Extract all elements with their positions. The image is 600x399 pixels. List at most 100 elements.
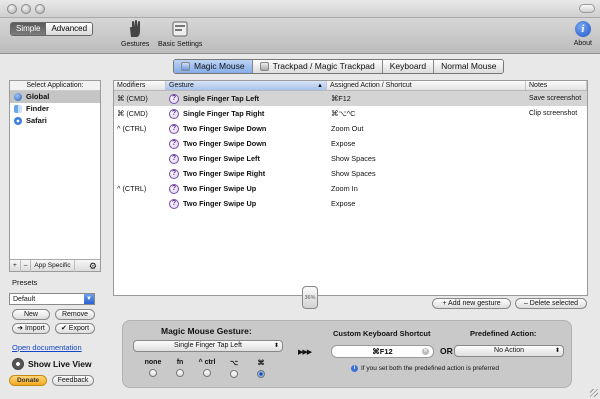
tab-keyboard[interactable]: Keyboard bbox=[381, 60, 434, 73]
magic-mouse-icon bbox=[181, 62, 190, 71]
table-row[interactable]: ? Two Finger Swipe Left Show Spaces bbox=[114, 151, 587, 166]
modifier-command-radio[interactable] bbox=[257, 370, 265, 378]
minimize-window-icon[interactable] bbox=[21, 4, 31, 14]
table-row[interactable]: ⌘ (CMD) ? Single Finger Tap Right ⌘⌥^C Cl… bbox=[114, 106, 587, 121]
gear-icon[interactable]: ⚙ bbox=[86, 260, 100, 272]
gesture-help-icon[interactable]: ? bbox=[169, 138, 179, 149]
sensitivity-slider-handle[interactable]: 36% bbox=[302, 286, 318, 309]
preset-select[interactable]: Default ▼ bbox=[9, 293, 95, 305]
about-toolbar-button[interactable]: i About bbox=[574, 20, 592, 47]
app-name: Safari bbox=[26, 116, 47, 125]
row-gesture: Two Finger Swipe Up bbox=[183, 184, 257, 193]
row-action: Show Spaces bbox=[331, 169, 376, 178]
export-preset-button[interactable]: ✔ Export bbox=[55, 323, 95, 334]
row-gesture-cell: ? Two Finger Swipe Left bbox=[166, 153, 327, 164]
open-documentation-link[interactable]: Open documentation bbox=[12, 343, 82, 352]
remove-preset-button[interactable]: Remove bbox=[55, 309, 95, 320]
tab-label: Keyboard bbox=[389, 61, 427, 71]
row-action: Expose bbox=[331, 139, 356, 148]
mode-simple-button[interactable]: Simple bbox=[11, 23, 46, 35]
row-action: ⌘⌥^C bbox=[331, 109, 356, 118]
row-gesture: Two Finger Swipe Down bbox=[183, 139, 267, 148]
app-item-safari[interactable]: Safari bbox=[10, 115, 100, 127]
modifier-none-radio[interactable] bbox=[149, 369, 157, 377]
table-row[interactable]: ? Two Finger Swipe Up Expose bbox=[114, 196, 587, 211]
delete-gesture-label: Delete selected bbox=[529, 300, 579, 307]
app-item-finder[interactable]: Finder bbox=[10, 103, 100, 115]
table-row[interactable]: ? Two Finger Swipe Down Expose bbox=[114, 136, 587, 151]
row-gesture-cell: ? Single Finger Tap Left bbox=[166, 93, 327, 104]
row-gesture: Two Finger Swipe Up bbox=[183, 199, 257, 208]
tab-label: Normal Mouse bbox=[441, 61, 497, 71]
import-label: Import bbox=[24, 325, 45, 332]
zoom-window-icon[interactable] bbox=[35, 4, 45, 14]
row-action: Show Spaces bbox=[331, 154, 376, 163]
remove-app-button[interactable]: – bbox=[21, 259, 32, 272]
settings-panel-icon bbox=[172, 21, 188, 37]
modifier-option-radio[interactable] bbox=[230, 370, 238, 378]
row-gesture-cell: ? Two Finger Swipe Up bbox=[166, 198, 327, 209]
table-row[interactable]: ? Two Finger Swipe Right Show Spaces bbox=[114, 166, 587, 181]
add-gesture-label: Add new gesture bbox=[448, 300, 501, 307]
title-bar bbox=[0, 0, 600, 18]
tab-magic-mouse[interactable]: Magic Mouse bbox=[174, 60, 252, 73]
device-tabs: Magic Mouse Trackpad / Magic Trackpad Ke… bbox=[173, 59, 505, 74]
column-header-action[interactable]: Assigned Action / Shortcut bbox=[327, 81, 526, 90]
gesture-help-icon[interactable]: ? bbox=[169, 183, 179, 194]
chevron-down-icon: ▼ bbox=[84, 294, 94, 304]
gesture-help-icon[interactable]: ? bbox=[169, 123, 179, 134]
table-row[interactable]: ⌘ (CMD) ? Single Finger Tap Left ⌘F12 Sav… bbox=[114, 91, 587, 106]
gesture-help-icon[interactable]: ? bbox=[169, 108, 179, 119]
predefined-action-select[interactable]: No Action ⬍ bbox=[454, 345, 564, 357]
modifier-fn-radio[interactable] bbox=[176, 369, 184, 377]
gesture-help-icon[interactable]: ? bbox=[169, 168, 179, 179]
gesture-help-icon[interactable]: ? bbox=[169, 198, 179, 209]
gesture-editor-panel: Magic Mouse Gesture: Single Finger Tap L… bbox=[122, 320, 572, 388]
modifier-ctrl-radio[interactable] bbox=[203, 369, 211, 377]
column-header-gesture[interactable]: Gesture ▲ bbox=[166, 81, 327, 90]
feedback-button[interactable]: Feedback bbox=[52, 375, 94, 386]
column-header-modifiers[interactable]: Modifiers bbox=[114, 81, 166, 90]
modifier-label: none bbox=[144, 359, 162, 366]
hand-icon bbox=[130, 20, 141, 37]
show-live-view-button[interactable]: Show Live View bbox=[12, 358, 92, 370]
row-gesture-cell: ? Two Finger Swipe Down bbox=[166, 138, 327, 149]
clear-icon[interactable]: ✕ bbox=[422, 348, 429, 355]
basic-settings-label: Basic Settings bbox=[158, 41, 203, 48]
row-gesture-cell: ? Two Finger Swipe Right bbox=[166, 168, 327, 179]
info-icon: i bbox=[351, 365, 358, 372]
shortcut-recorder-field[interactable]: ⌘F12 ✕ bbox=[331, 345, 434, 358]
hint-text: i If you set both the predefined action … bbox=[351, 365, 499, 372]
gesture-editor-title: Magic Mouse Gesture: bbox=[161, 326, 252, 336]
gesture-help-icon[interactable]: ? bbox=[169, 93, 179, 104]
chevron-updown-icon: ⬍ bbox=[554, 348, 560, 354]
import-preset-button[interactable]: ➜ Import bbox=[12, 323, 50, 334]
tab-trackpad[interactable]: Trackpad / Magic Trackpad bbox=[251, 60, 382, 73]
add-app-button[interactable]: + bbox=[10, 259, 21, 272]
app-item-global[interactable]: Global bbox=[10, 91, 100, 103]
mode-segmented-control: Simple Advanced bbox=[10, 22, 94, 36]
row-notes: Clip screenshot bbox=[529, 110, 578, 117]
new-preset-button[interactable]: New bbox=[12, 309, 50, 320]
export-label: Export bbox=[68, 325, 90, 332]
row-action: ⌘F12 bbox=[331, 94, 351, 103]
tab-normal-mouse[interactable]: Normal Mouse bbox=[433, 60, 504, 73]
table-row[interactable]: ^ (CTRL) ? Two Finger Swipe Up Zoom In bbox=[114, 181, 587, 196]
delete-gesture-button[interactable]: – Delete selected bbox=[515, 298, 587, 309]
column-header-notes[interactable]: Notes bbox=[526, 81, 587, 90]
resize-grip-icon[interactable] bbox=[590, 389, 598, 397]
modifier-option: ⌥ bbox=[224, 359, 244, 378]
basic-settings-toolbar-button[interactable]: Basic Settings bbox=[158, 19, 202, 48]
gesture-help-icon[interactable]: ? bbox=[169, 153, 179, 164]
gesture-select[interactable]: Single Finger Tap Left ⬍ bbox=[133, 340, 283, 352]
custom-shortcut-title: Custom Keyboard Shortcut bbox=[333, 329, 431, 338]
table-row[interactable]: ^ (CTRL) ? Two Finger Swipe Down Zoom Out bbox=[114, 121, 587, 136]
gestures-toolbar-button[interactable]: Gestures bbox=[121, 19, 149, 48]
add-gesture-button[interactable]: + Add new gesture bbox=[432, 298, 511, 309]
mode-advanced-button[interactable]: Advanced bbox=[45, 23, 93, 35]
close-window-icon[interactable] bbox=[7, 4, 17, 14]
toolbar-toggle-button[interactable] bbox=[579, 4, 595, 13]
hint-label: If you set both the predefined action is… bbox=[361, 365, 500, 372]
donate-button[interactable]: Donate bbox=[9, 375, 47, 386]
import-icon: ➜ bbox=[17, 325, 25, 332]
